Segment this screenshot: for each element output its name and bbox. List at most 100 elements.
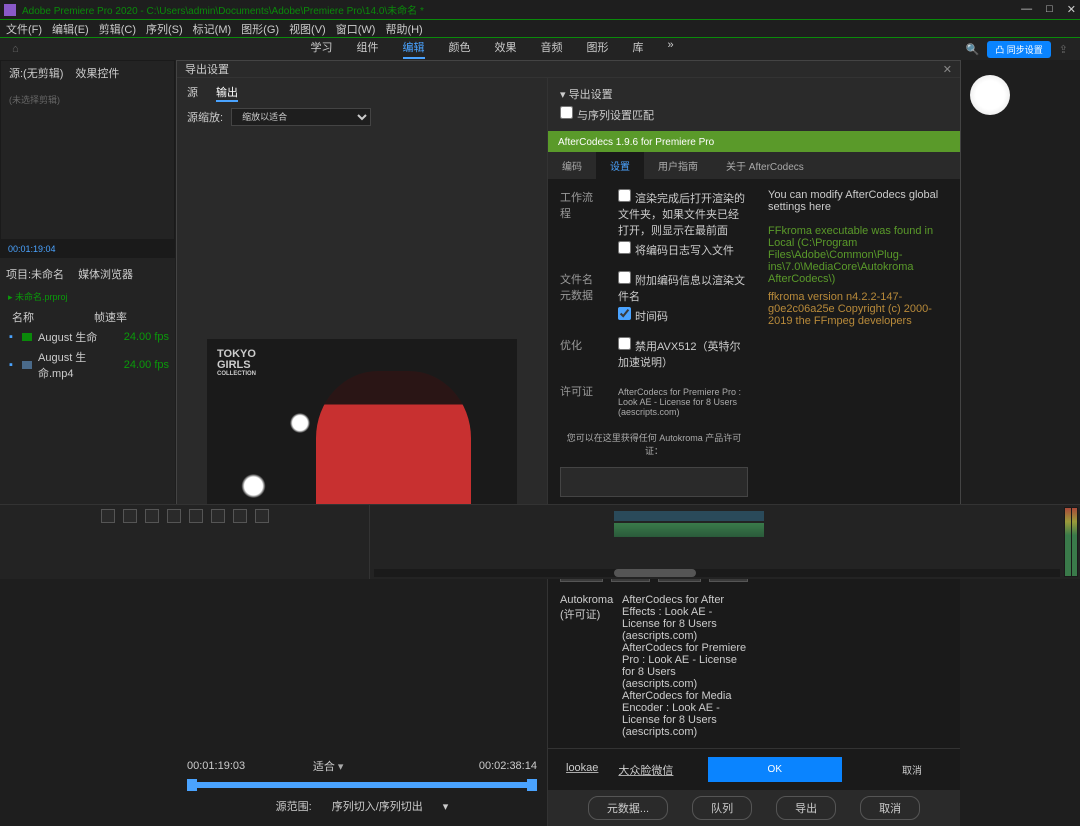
- queue-button[interactable]: 队列: [692, 796, 752, 820]
- timeline-scrollbar[interactable]: [374, 569, 1060, 577]
- col-framerate[interactable]: 帧速率: [94, 309, 127, 325]
- tool-icon[interactable]: [189, 509, 203, 523]
- tool-icon[interactable]: [233, 509, 247, 523]
- no-clip-label: (未选择剪辑): [1, 85, 174, 114]
- tool-icon[interactable]: [145, 509, 159, 523]
- tool-icon[interactable]: [255, 509, 269, 523]
- out-handle[interactable]: [527, 779, 537, 791]
- cloud-sync-button[interactable]: 凸 同步设置: [987, 41, 1051, 58]
- ws-learn[interactable]: 学习: [311, 39, 333, 59]
- tab-effect-controls[interactable]: 效果控件: [75, 65, 119, 81]
- workspace-bar: ⌂ 学习 组件 编辑 颜色 效果 音频 图形 库 » 🔍 凸 同步设置 ⇪: [0, 38, 1080, 60]
- tab-output[interactable]: 输出: [216, 84, 238, 102]
- fit-label[interactable]: 适合: [313, 761, 335, 773]
- ws-libraries[interactable]: 库: [633, 39, 644, 59]
- ws-audio[interactable]: 音频: [541, 39, 563, 59]
- timeline-tools: [0, 505, 369, 527]
- video-track-clip[interactable]: [614, 511, 764, 521]
- tool-icon[interactable]: [123, 509, 137, 523]
- menu-sequence[interactable]: 序列(S): [146, 21, 183, 37]
- ws-editing[interactable]: 编辑: [403, 39, 425, 59]
- append-info-checkbox[interactable]: [618, 271, 631, 284]
- license-input[interactable]: [560, 467, 748, 497]
- project-row[interactable]: ▪ August 生命 24.00 fps: [4, 327, 171, 347]
- tab-source[interactable]: 源:(无剪辑): [9, 65, 63, 81]
- clip-icon: [22, 361, 32, 369]
- write-log-checkbox[interactable]: [618, 241, 631, 254]
- ws-graphics[interactable]: 图形: [587, 39, 609, 59]
- item-name: August 生命: [38, 329, 118, 345]
- menu-edit[interactable]: 编辑(E): [52, 21, 89, 37]
- col-name[interactable]: 名称: [12, 309, 34, 325]
- open-folder-checkbox[interactable]: [618, 189, 631, 202]
- timecode-checkbox[interactable]: [618, 307, 631, 320]
- ac-tab-guide[interactable]: 用户指南: [644, 152, 712, 179]
- tab-project[interactable]: 项目:未命名: [6, 266, 64, 282]
- source-scale-label: 源缩放:: [187, 109, 223, 125]
- menubar: 文件(F) 编辑(E) 剪辑(C) 序列(S) 标记(M) 图形(G) 视图(V…: [0, 20, 1080, 38]
- project-row[interactable]: ▪ August 生命.mp4 24.00 fps: [4, 347, 171, 383]
- preview-logo: TOKYO GIRLS COLLECTION: [217, 349, 256, 377]
- scrollbar-thumb[interactable]: [614, 569, 696, 577]
- share-icon[interactable]: ⇪: [1059, 43, 1068, 56]
- ac-tab-encode[interactable]: 编码: [548, 152, 596, 179]
- search-icon[interactable]: 🔍: [966, 43, 980, 56]
- source-scale-select[interactable]: 缩放以适合: [231, 108, 371, 126]
- timecode-display: 00:01:19:04: [0, 240, 175, 258]
- scrub-bar[interactable]: [187, 782, 537, 788]
- source-panel-tabs: 源:(无剪辑) 效果控件: [1, 61, 174, 85]
- ws-assembly[interactable]: 组件: [357, 39, 379, 59]
- tab-source[interactable]: 源: [187, 84, 198, 102]
- ac-tab-about[interactable]: 关于 AfterCodecs: [712, 152, 818, 179]
- close-icon[interactable]: ✕: [1067, 3, 1076, 16]
- sequence-icon: [22, 333, 32, 341]
- disable-avx512-checkbox[interactable]: [618, 337, 631, 350]
- menu-help[interactable]: 帮助(H): [385, 21, 422, 37]
- in-timecode[interactable]: 00:01:19:03: [187, 760, 245, 772]
- source-range-value[interactable]: 序列切入/序列切出: [332, 798, 423, 814]
- tool-icon[interactable]: [101, 509, 115, 523]
- in-handle[interactable]: [187, 779, 197, 791]
- ws-overflow-icon[interactable]: »: [668, 39, 674, 59]
- aftercodecs-title: AfterCodecs 1.9.6 for Premiere Pro: [548, 133, 960, 152]
- chevron-down-icon[interactable]: ▾: [443, 800, 449, 813]
- license-note: 您可以在这里获得任何 Autokroma 产品许可证：: [560, 431, 748, 457]
- lookae-link[interactable]: lookae: [566, 762, 598, 778]
- ok-button[interactable]: OK: [708, 757, 842, 782]
- menu-file[interactable]: 文件(F): [6, 21, 42, 37]
- match-sequence-checkbox[interactable]: [560, 106, 573, 119]
- home-icon[interactable]: ⌂: [12, 43, 19, 55]
- metadata-button[interactable]: 元数据...: [588, 796, 668, 820]
- workflow-label: 工作流程: [560, 189, 602, 261]
- out-timecode[interactable]: 00:02:38:14: [479, 760, 537, 772]
- source-range-label: 源范围:: [276, 798, 312, 814]
- export-cancel-button[interactable]: 取消: [860, 796, 920, 820]
- maximize-icon[interactable]: □: [1046, 3, 1053, 16]
- audio-track-clip[interactable]: [614, 523, 764, 537]
- ws-effects[interactable]: 效果: [495, 39, 517, 59]
- export-settings-header[interactable]: ▾ 导出设置: [560, 86, 948, 102]
- cancel-button[interactable]: 取消: [882, 757, 942, 782]
- ws-color[interactable]: 颜色: [449, 39, 471, 59]
- menu-graphics[interactable]: 图形(G): [241, 21, 279, 37]
- autokroma-licenses: AfterCodecs for After Effects : Look AE …: [622, 594, 748, 738]
- menu-marker[interactable]: 标记(M): [193, 21, 232, 37]
- export-button[interactable]: 导出: [776, 796, 836, 820]
- tool-icon[interactable]: [167, 509, 181, 523]
- menu-clip[interactable]: 剪辑(C): [99, 21, 136, 37]
- filename-label: 文件名 元数据: [560, 271, 602, 327]
- wechat-link[interactable]: 大众脸微信: [618, 762, 673, 778]
- tool-icon[interactable]: [211, 509, 225, 523]
- license-info: AfterCodecs for Premiere Pro : Look AE -…: [618, 387, 748, 417]
- bin-icon: ▪: [6, 331, 16, 343]
- license-label: 许可证: [560, 383, 602, 421]
- tab-media-browser[interactable]: 媒体浏览器: [78, 266, 133, 282]
- aftercodecs-sidebar: You can modify AfterCodecs global settin…: [768, 189, 948, 738]
- window-title: Adobe Premiere Pro 2020 - C:\Users\admin…: [22, 2, 1021, 17]
- menu-view[interactable]: 视图(V): [289, 21, 326, 37]
- dialog-close-icon[interactable]: ✕: [943, 63, 952, 76]
- preview-area: TOKYO GIRLS COLLECTION REDYAZEL: [187, 134, 537, 754]
- minimize-icon[interactable]: —: [1021, 3, 1032, 16]
- menu-window[interactable]: 窗口(W): [336, 21, 376, 37]
- ac-tab-settings[interactable]: 设置: [596, 152, 644, 179]
